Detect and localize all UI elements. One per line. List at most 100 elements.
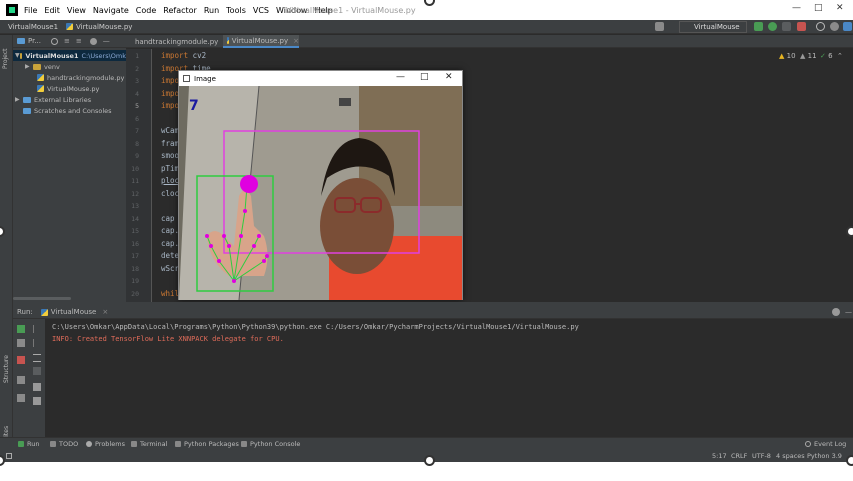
tree-item-external-libraries[interactable]: ▶ External Libraries [15,94,91,105]
hide-icon[interactable]: — [103,37,110,45]
line-separator[interactable]: CRLF [731,452,747,460]
tree-item-label: venv [44,62,60,71]
code-line: impo [161,76,180,85]
search-icon[interactable] [816,22,825,31]
gear-icon[interactable] [832,308,840,316]
updates-icon[interactable] [843,22,852,31]
tab-virtualmouse[interactable]: VirtualMouse.py × [223,35,299,48]
line-number: 11 [131,177,139,185]
chevron-up-icon[interactable]: ⌃ [837,52,843,60]
python-file-icon [227,37,229,44]
menu-run[interactable]: Run [204,6,219,15]
tree-item-handtrackingmodule[interactable]: handtrackingmodule.py [37,72,124,83]
close-tab-icon[interactable]: × [293,37,299,45]
menu-edit[interactable]: Edit [44,6,60,15]
line-number: 10 [131,164,139,173]
scroll-to-end-icon[interactable] [33,367,41,375]
tool-problems[interactable]: Problems [86,440,125,448]
gear-icon[interactable] [830,22,839,31]
code-line: impo [161,101,180,110]
structure-tool-label[interactable]: Structure [3,355,10,383]
trash-icon[interactable] [33,397,41,405]
project-tool-label[interactable]: Project [2,48,9,69]
tree-item-virtualmouse[interactable]: VirtualMouse.py [37,83,99,94]
caret-position[interactable]: 5:17 [712,452,727,460]
rerun-icon[interactable] [754,22,763,31]
tool-terminal[interactable]: Terminal [131,440,167,448]
expand-all-icon[interactable]: ≡ [64,37,70,45]
index-fingertip-marker [240,175,258,193]
horizontal-scrollbar[interactable] [13,297,71,300]
event-log[interactable]: Event Log [805,440,846,448]
menu-vcs[interactable]: VCS [253,6,269,15]
menu-tools[interactable]: Tools [226,6,246,15]
image-window-title: Image [194,74,216,83]
tree-item-root[interactable]: ▼ VirtualMouse1 C:\Users\Omk [13,50,126,61]
indent-setting[interactable]: 4 spaces [776,452,805,460]
code-line: ploc [161,176,180,185]
down-icon[interactable] [33,339,41,347]
tool-python-console[interactable]: Python Console [241,440,300,448]
tool-python-packages[interactable]: Python Packages [175,440,239,448]
hide-icon[interactable]: — [845,308,852,316]
code-line: import cv2 [161,51,207,60]
layout-icon[interactable] [17,376,25,384]
gear-icon[interactable] [89,37,97,45]
resize-handle-bottom-right[interactable] [846,455,853,466]
coverage-icon[interactable] [782,22,791,31]
breadcrumb-file[interactable]: VirtualMouse.py [76,23,132,31]
line-number: 12 [131,189,139,198]
inspection-weak-warnings[interactable]: ▲ 11 [800,52,817,60]
resize-handle-bottom[interactable] [424,455,435,466]
tree-item-scratches[interactable]: Scratches and Consoles [23,105,112,116]
stop-icon[interactable] [17,356,25,364]
python-interpreter[interactable]: Python 3.9 [807,452,842,460]
editor-tabs: handtrackingmodule.py × VirtualMouse.py … [126,35,853,48]
menu-code[interactable]: Code [136,6,156,15]
locate-icon[interactable] [51,37,59,45]
console-output[interactable]: C:\Users\Omkar\AppData\Local\Programs\Py… [46,319,853,437]
inspection-ok[interactable]: ✓ 6 [820,52,833,60]
close-icon[interactable]: ✕ [445,72,453,82]
menu-refactor[interactable]: Refactor [163,6,197,15]
project-view-select[interactable]: Pr... [28,37,41,45]
minimize-icon[interactable]: — [396,72,405,82]
menu-view[interactable]: View [67,6,86,15]
line-number: 1 [135,52,139,60]
menu-navigate[interactable]: Navigate [93,6,129,15]
run-config-select[interactable]: VirtualMouse [679,21,747,33]
tree-item-venv[interactable]: ▶ venv [25,61,60,72]
pin-icon[interactable] [17,394,25,402]
panel-toggle-icon[interactable] [6,453,12,459]
python-file-icon [37,74,44,81]
collapse-all-icon[interactable]: ≡ [76,37,82,45]
tab-handtrackingmodule[interactable]: handtrackingmodule.py × [128,35,229,48]
up-icon[interactable] [33,325,41,333]
maximize-icon[interactable]: □ [814,3,823,13]
soft-wrap-icon[interactable] [33,354,41,362]
breadcrumb-project[interactable]: VirtualMouse1 [8,23,58,31]
resize-handle-right[interactable] [846,226,853,237]
tool-run[interactable]: Run [18,440,39,448]
run-tab[interactable]: VirtualMouse [51,308,97,316]
user-icon[interactable] [655,22,664,31]
debug-icon[interactable] [768,22,777,31]
print-icon[interactable] [33,383,41,391]
image-window[interactable]: Image — □ ✕ 7 [178,70,463,300]
line-number: 6 [135,114,139,123]
maximize-icon[interactable]: □ [420,72,429,82]
menu-file[interactable]: File [24,6,37,15]
tool-todo[interactable]: TODO [50,440,78,448]
minimize-icon[interactable]: — [792,3,801,13]
image-window-titlebar[interactable]: Image — □ ✕ [179,71,462,86]
rerun-icon[interactable] [17,325,25,333]
inspection-warnings[interactable]: ▲ 10 [779,52,796,60]
wrench-icon[interactable] [17,339,25,347]
code-line: cap. [161,238,180,248]
file-encoding[interactable]: UTF-8 [752,452,771,460]
stop-icon[interactable] [797,22,806,31]
close-tab-icon[interactable]: × [102,308,108,316]
window-app-icon [183,75,190,82]
close-icon[interactable]: ✕ [836,3,844,13]
line-number: 3 [135,77,139,85]
